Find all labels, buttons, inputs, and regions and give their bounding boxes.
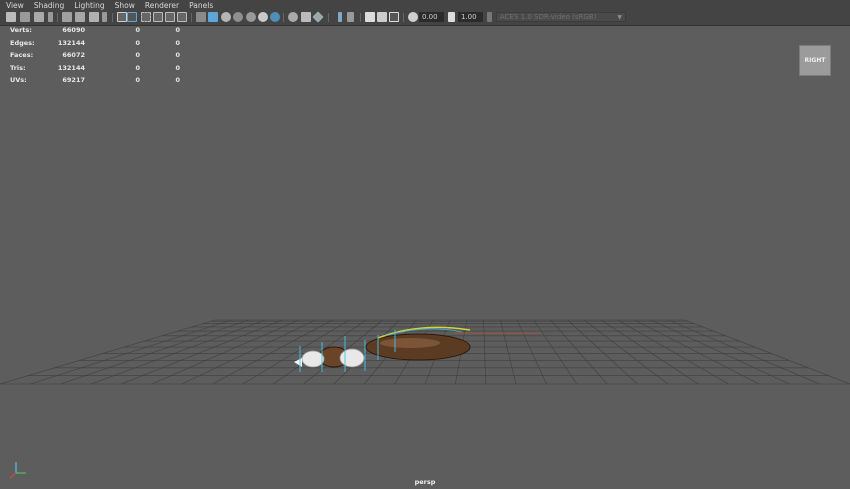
grid-line (600, 319, 699, 385)
model-head[interactable] (339, 348, 365, 368)
grid-line (550, 319, 608, 385)
grid-line (90, 319, 266, 385)
grid-line (617, 319, 729, 385)
viewport-canvas[interactable] (0, 0, 850, 489)
grid-line (651, 319, 790, 385)
model-neck[interactable] (301, 350, 325, 368)
model-abdomen-highlight (380, 338, 440, 348)
grid-line (668, 319, 820, 385)
model-stinger[interactable] (294, 358, 302, 367)
grid-line (483, 319, 487, 385)
grid-line (684, 319, 850, 385)
grid-line (500, 319, 517, 385)
grid-line (584, 319, 669, 385)
scene-model[interactable] (294, 326, 540, 372)
grid-line (634, 319, 760, 385)
grid-line (516, 319, 547, 385)
axis-gizmo-icon (9, 462, 26, 479)
grid-line (0, 319, 216, 385)
grid-line (533, 319, 578, 385)
grid-line (567, 319, 638, 385)
view-cube[interactable]: RIGHT (799, 45, 831, 76)
grid-line (60, 319, 249, 385)
camera-label: persp (414, 478, 436, 486)
grid-line (151, 319, 300, 385)
